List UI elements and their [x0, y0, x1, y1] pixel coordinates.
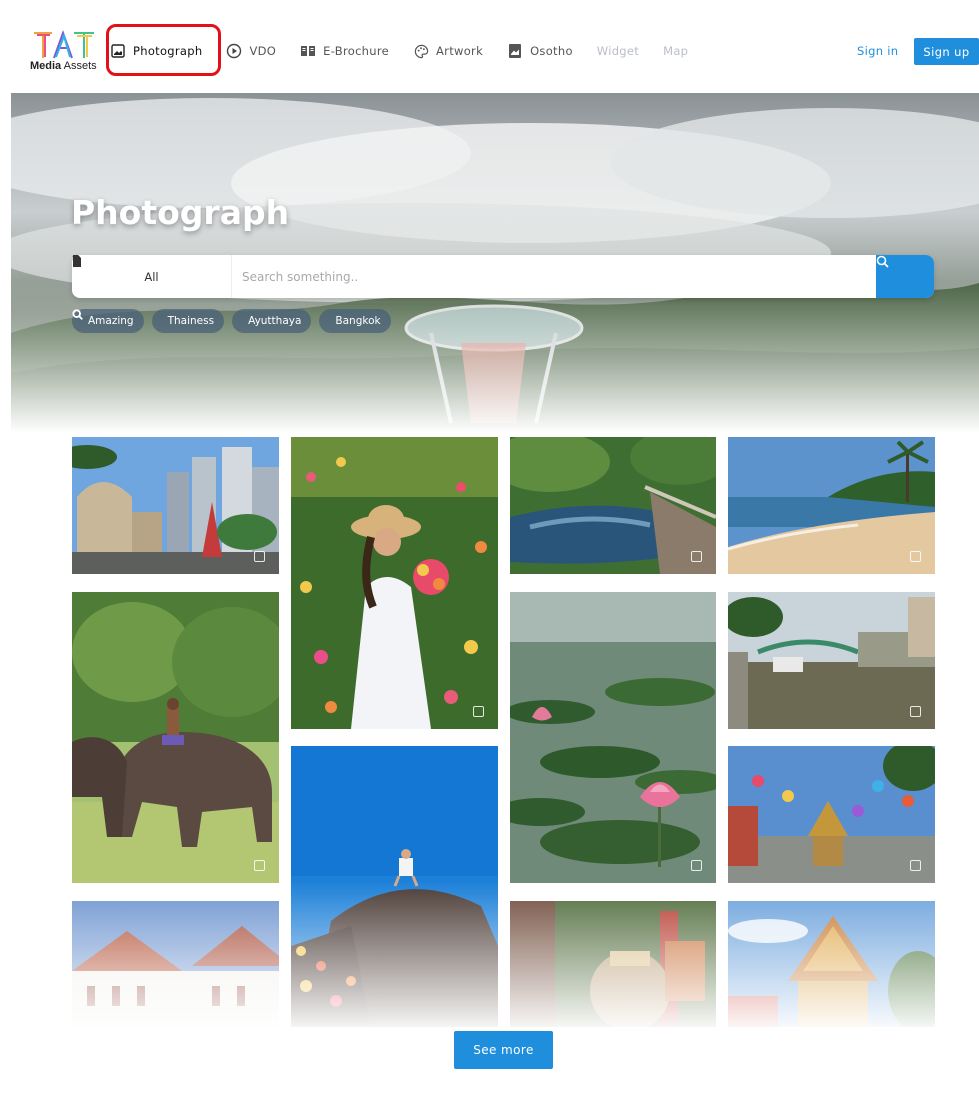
- category-select-value: All: [144, 269, 159, 284]
- tag-label: Amazing: [88, 315, 134, 327]
- active-nav-highlight: [106, 24, 221, 76]
- nav-e-brochure[interactable]: E-Brochure: [300, 43, 389, 59]
- nav-osotho[interactable]: Osotho: [507, 43, 573, 59]
- city-building-photo[interactable]: [72, 437, 279, 574]
- tat-logo[interactable]: Media Assets: [30, 30, 102, 88]
- canal-bridge-photo[interactable]: [728, 592, 935, 729]
- elephants-photo[interactable]: [72, 592, 279, 883]
- image-type-icon: [910, 860, 921, 871]
- nav-artwork[interactable]: Artwork: [413, 43, 483, 59]
- image-type-icon: [254, 860, 265, 871]
- image-type-icon: [473, 706, 484, 717]
- book-open-icon: [300, 43, 316, 59]
- play-circle-icon: [226, 43, 242, 59]
- beach-photo[interactable]: [728, 437, 935, 574]
- hero-banner: Photograph All Amazing Thainess: [11, 93, 979, 433]
- page-title: Photograph: [71, 193, 290, 232]
- logo-wordmark: Media Assets: [30, 60, 97, 72]
- sign-in-link[interactable]: Sign in: [857, 44, 898, 58]
- temple-lanterns-photo[interactable]: [728, 746, 935, 883]
- tag-ayutthaya[interactable]: Ayutthaya: [72, 309, 312, 333]
- palette-icon: [413, 43, 429, 59]
- bookmark-image-icon: [507, 43, 523, 59]
- tag-thainess[interactable]: Thainess: [72, 309, 225, 333]
- tat-logo-mark: [34, 30, 94, 59]
- nav-label: Map: [663, 44, 689, 58]
- popular-tags: Amazing Thainess Ayutthaya Bangkok: [72, 309, 391, 333]
- top-header: Media Assets Photograph VDO E-Brochure A…: [0, 0, 979, 92]
- tag-label: Bangkok: [335, 315, 381, 327]
- category-select[interactable]: All: [72, 255, 232, 298]
- pond-garden-photo[interactable]: [510, 437, 716, 574]
- nav-label: Widget: [596, 44, 640, 58]
- image-type-icon: [691, 551, 702, 562]
- nav-label: VDO: [249, 44, 277, 58]
- flower-field-woman-photo[interactable]: [291, 437, 498, 729]
- tag-bangkok[interactable]: Bangkok: [72, 309, 391, 333]
- rock-top-traveler-photo[interactable]: [291, 746, 498, 1027]
- shrine-statue-photo[interactable]: [510, 901, 716, 1027]
- white-palace-photo[interactable]: [72, 901, 279, 1027]
- image-type-icon: [910, 706, 921, 717]
- tag-label: Thainess: [167, 315, 215, 327]
- nav-vdo[interactable]: VDO: [226, 43, 276, 59]
- nav-label: Artwork: [436, 44, 484, 58]
- image-type-icon: [910, 551, 921, 562]
- tag-label: Ayutthaya: [248, 315, 302, 327]
- sign-up-button[interactable]: Sign up: [914, 38, 979, 65]
- search-input[interactable]: [242, 255, 872, 298]
- image-type-icon: [691, 860, 702, 871]
- search-button[interactable]: [876, 255, 934, 298]
- lotus-pond-photo[interactable]: [510, 592, 716, 883]
- nav-label: E-Brochure: [323, 44, 390, 58]
- nav-map[interactable]: Map: [663, 44, 688, 58]
- nav-label: Osotho: [530, 44, 573, 58]
- see-more-button[interactable]: See more: [454, 1031, 553, 1069]
- search-bar: All: [72, 255, 934, 298]
- nav-widget[interactable]: Widget: [597, 44, 639, 58]
- image-type-icon: [254, 551, 265, 562]
- golden-temple-photo[interactable]: [728, 901, 935, 1027]
